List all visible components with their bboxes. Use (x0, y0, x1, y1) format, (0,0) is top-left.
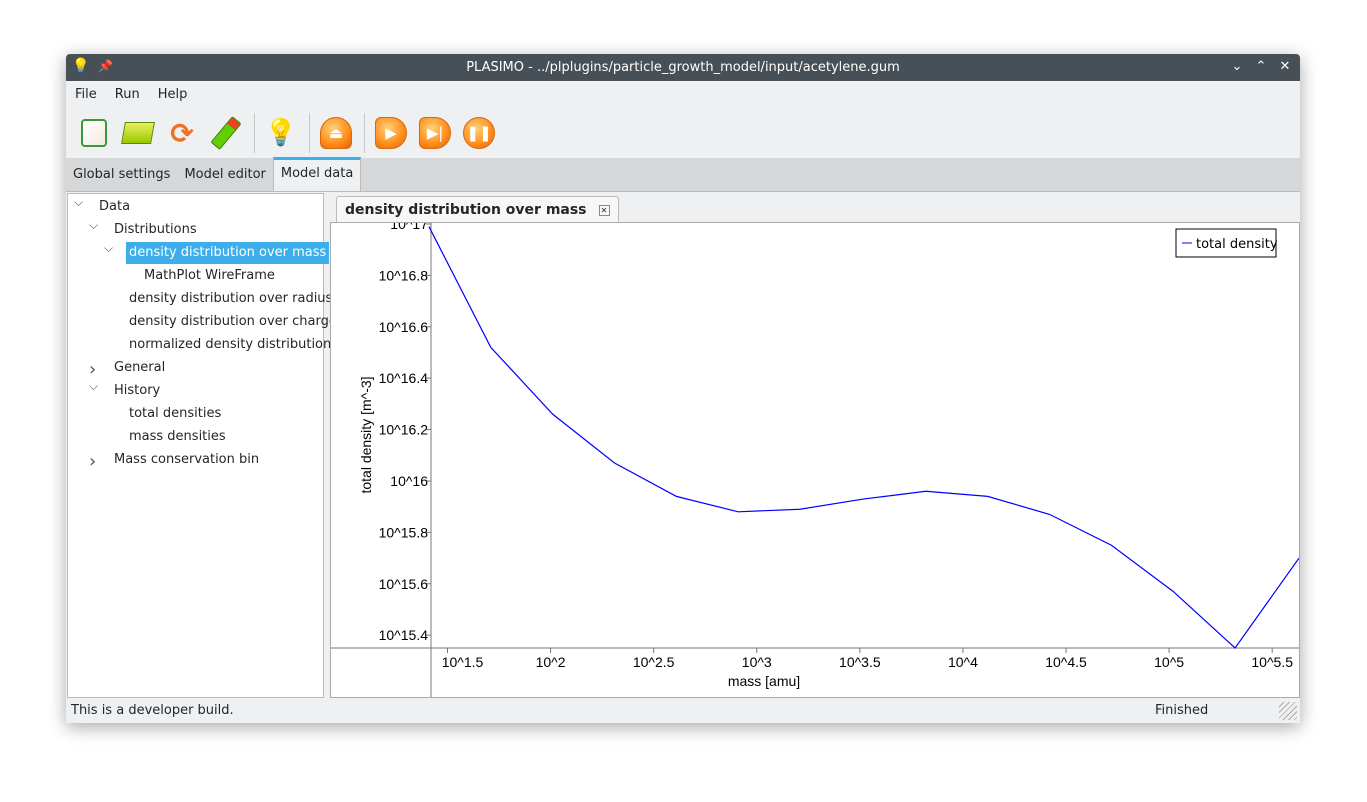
y-tick-label: 10^16.2 (379, 422, 429, 438)
y-tick-label: 10^15.6 (379, 576, 429, 592)
status-message: This is a developer build. (71, 703, 234, 718)
resize-grip[interactable] (1279, 702, 1297, 720)
x-tick-label: 10^1.5 (442, 654, 484, 670)
lightbulb-button[interactable]: 💡 (263, 115, 299, 151)
reload-icon: ⟳ (170, 116, 194, 150)
x-axis-label: mass [amu] (728, 673, 800, 689)
tab-model-editor[interactable]: Model editor (177, 159, 272, 191)
status-bar: This is a developer build. Finished (66, 698, 1300, 723)
close-tab-icon[interactable]: ✕ (598, 205, 610, 216)
eject-button[interactable]: ⏏ (318, 115, 354, 151)
series-line (428, 226, 1300, 649)
y-tick-label: 10^16 (390, 473, 428, 489)
open-icon (121, 122, 155, 144)
x-tick-label: 10^3.5 (839, 654, 881, 670)
legend-label: total density (1196, 237, 1278, 252)
toolbar-separator (364, 113, 365, 153)
y-tick-label: 10^17 (390, 223, 428, 232)
chevron-right-icon[interactable]: › (89, 359, 96, 380)
tab-density-distribution[interactable]: density distribution over mass ✕ (336, 196, 619, 222)
pause-icon: ❚❚ (463, 117, 495, 149)
menu-file[interactable]: File (75, 87, 97, 102)
tree-item[interactable]: Mass conservation bin (114, 449, 259, 471)
new-icon (81, 119, 107, 147)
toolbar: ⟳ 💡 ⏏ ▶ ▶| ❚❚ (66, 108, 1300, 158)
main-window: 💡 📌 PLASIMO - ../plplugins/particle_grow… (66, 54, 1300, 723)
x-tick-label: 10^4.5 (1045, 654, 1087, 670)
usb-button[interactable] (208, 115, 244, 151)
new-button[interactable] (76, 115, 112, 151)
tab-model-data[interactable]: Model data (272, 157, 362, 191)
minimize-button[interactable]: ⌄ (1228, 59, 1246, 74)
y-tick-label: 10^15.8 (379, 524, 429, 540)
x-tick-label: 10^4 (948, 654, 978, 670)
tree-item[interactable]: General (114, 357, 165, 379)
toolbar-separator (254, 113, 255, 153)
chevron-down-icon[interactable]: ⌵ (89, 218, 98, 233)
chevron-right-icon[interactable]: › (89, 451, 96, 472)
x-tick-label: 10^2 (536, 654, 566, 670)
usb-stick-icon (210, 116, 242, 150)
step-icon: ▶| (419, 117, 451, 149)
status-state: Finished (1155, 703, 1209, 718)
menu-run[interactable]: Run (115, 87, 140, 102)
close-button[interactable]: ✕ (1276, 59, 1294, 74)
toolbar-separator (309, 113, 310, 153)
x-tick-label: 10^5.5 (1251, 654, 1293, 670)
x-tick-label: 10^5 (1154, 654, 1184, 670)
chevron-down-icon[interactable]: ⌵ (104, 241, 113, 256)
menu-help[interactable]: Help (158, 87, 188, 102)
tab-global-settings[interactable]: Global settings (66, 159, 177, 191)
play-icon: ▶ (375, 117, 407, 149)
plot-panel: density distribution over mass ✕ 10^15.4 1… (329, 193, 1300, 698)
y-tick-label: 10^16.4 (379, 370, 429, 386)
open-button[interactable] (120, 115, 156, 151)
tree-item[interactable]: mass densities (129, 426, 226, 448)
pause-button[interactable]: ❚❚ (461, 115, 497, 151)
y-tick-label: 10^16.6 (379, 319, 429, 335)
tree-item[interactable]: History (114, 380, 160, 402)
maximize-button[interactable]: ⌃ (1252, 59, 1270, 74)
x-tick-label: 10^2.5 (633, 654, 675, 670)
data-tree[interactable]: ⌵ Data ⌵ Distributions ⌵ density distribution… (67, 193, 337, 698)
tree-item[interactable]: density distribution over charge (129, 311, 337, 333)
x-tick-label: 10^3 (742, 654, 772, 670)
y-tick-label: 10^16.8 (379, 267, 429, 283)
tree-item[interactable]: Data (99, 196, 130, 218)
menu-bar: File Run Help (66, 81, 1300, 108)
tree-item[interactable]: Distributions (114, 219, 197, 241)
step-button[interactable]: ▶| (417, 115, 453, 151)
tree-item[interactable]: normalized density distribution (129, 334, 331, 356)
chevron-down-icon[interactable]: ⌵ (89, 379, 98, 394)
tab-label: density distribution over mass (345, 202, 587, 218)
title-bar: 💡 📌 PLASIMO - ../plplugins/particle_grow… (66, 54, 1300, 81)
tree-item[interactable]: MathPlot WireFrame (144, 265, 275, 287)
y-axis-label: total density [m^-3] (358, 376, 374, 493)
main-tabs: Global settings Model editor Model data (66, 157, 1300, 192)
tree-item[interactable]: density distribution over radius (129, 288, 332, 310)
lightbulb-icon: 💡 (264, 118, 298, 148)
plot-area: 10^15.4 10^15.6 10^15.8 10^16 10^16.2 10^16.4… (330, 216, 1300, 698)
chevron-down-icon[interactable]: ⌵ (74, 195, 83, 210)
tree-item[interactable]: total densities (129, 403, 221, 425)
y-tick-label: 10^15.4 (379, 627, 429, 643)
density-chart: 10^15.4 10^15.6 10^15.8 10^16 10^16.2 10^16.4… (331, 216, 1300, 697)
window-title: PLASIMO - ../plplugins/particle_growth_m… (466, 60, 900, 75)
reload-button[interactable]: ⟳ (164, 115, 200, 151)
play-button[interactable]: ▶ (373, 115, 409, 151)
tree-item[interactable]: density distribution over mass (126, 242, 330, 264)
eject-icon: ⏏ (320, 117, 352, 149)
